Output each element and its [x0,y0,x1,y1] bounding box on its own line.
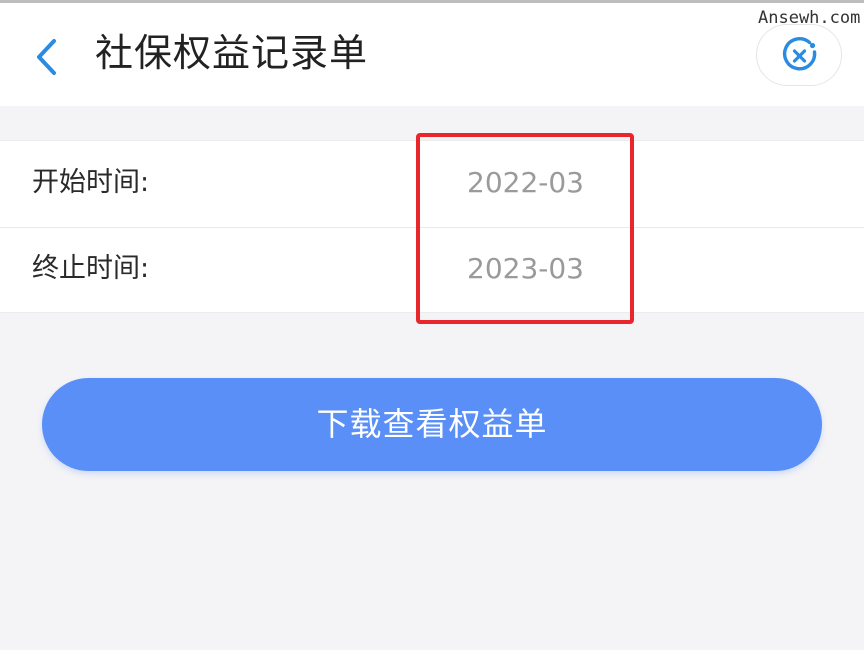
start-time-row[interactable]: 开始时间: 2022-03 [0,141,864,227]
end-time-label: 终止时间: [32,253,150,284]
page-title: 社保权益记录单 [95,31,369,75]
end-time-row[interactable]: 终止时间: 2023-03 [0,227,864,313]
date-range-form: 开始时间: 2022-03 终止时间: 2023-03 [0,140,864,313]
app-header: 社保权益记录单 [0,3,864,106]
mini-program-close-button[interactable] [756,24,842,86]
end-time-value[interactable]: 2023-03 [467,249,584,289]
start-time-value[interactable]: 2022-03 [467,163,584,203]
chevron-left-icon [28,35,64,79]
back-button[interactable] [28,35,64,79]
download-view-button[interactable]: 下载查看权益单 [42,378,822,471]
start-time-label: 开始时间: [32,167,150,198]
